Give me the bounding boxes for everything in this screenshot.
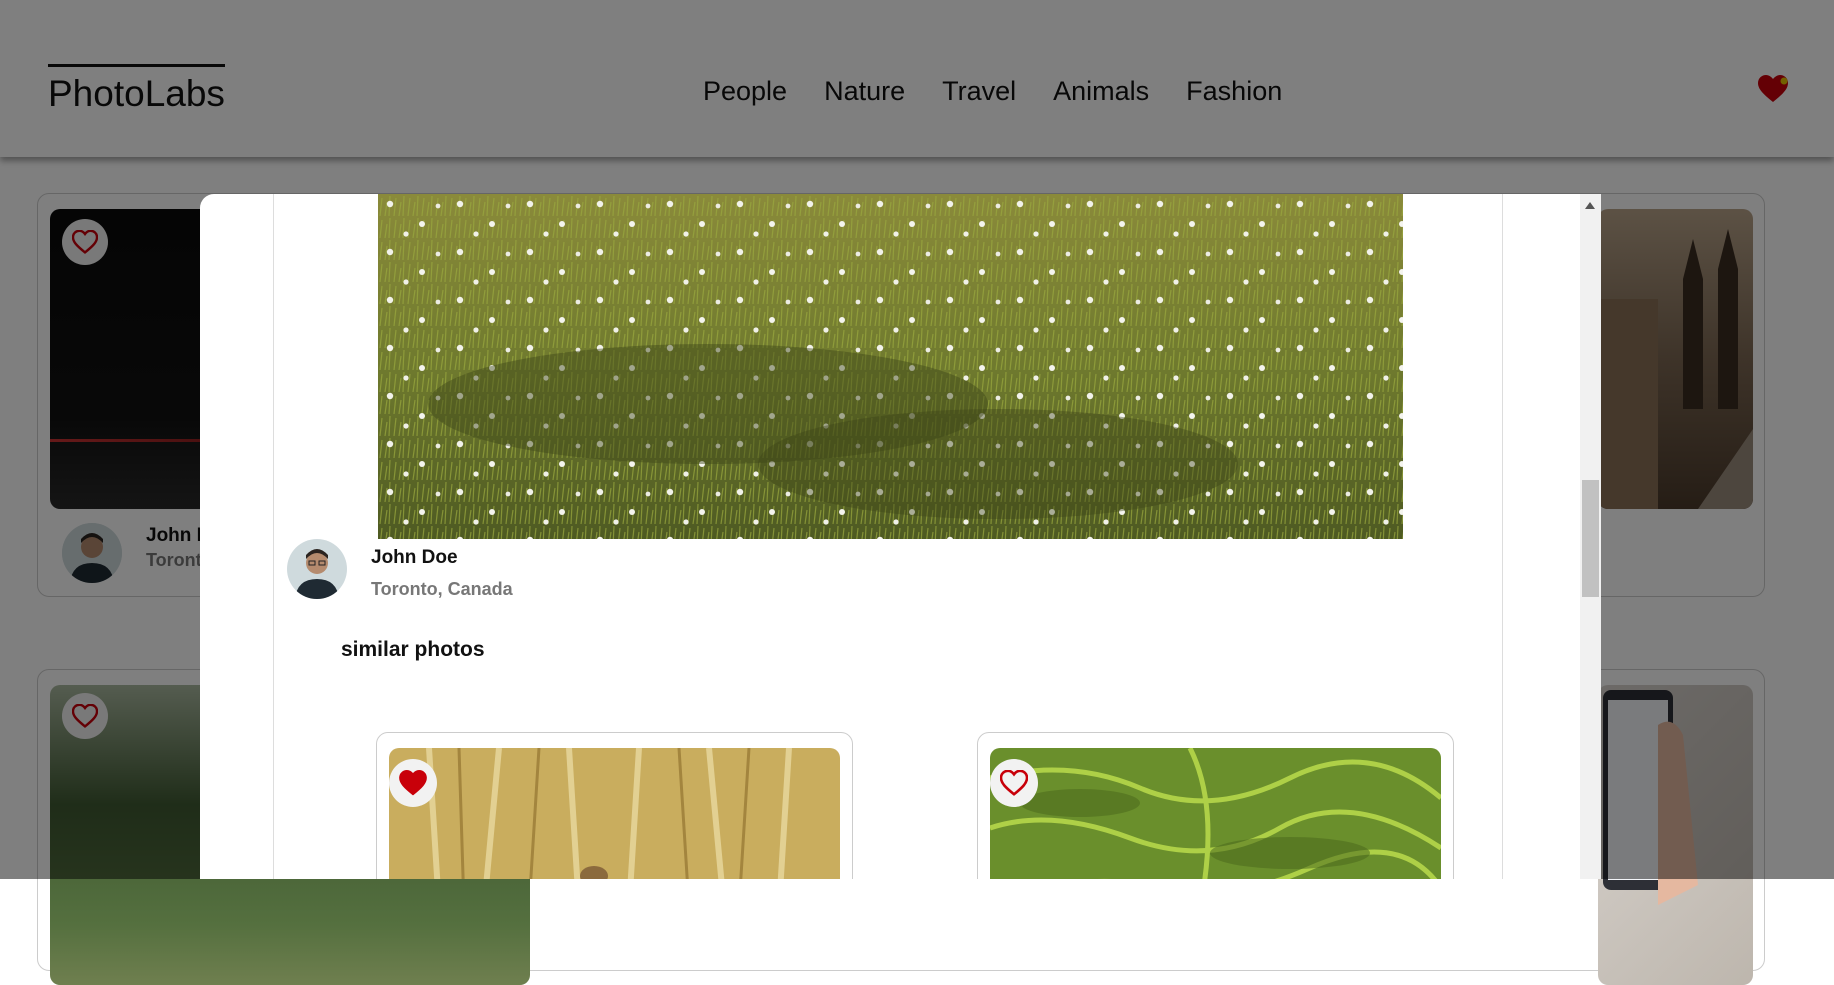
photographer-location: Toronto, Canada (371, 579, 513, 599)
similar-photo-thumbnail[interactable] (990, 748, 1441, 879)
similar-photos-heading: similar photos (341, 638, 485, 661)
scroll-up-arrow-icon[interactable] (1585, 202, 1595, 209)
photo-details-modal: John Doe Toronto, Canada similar photos (200, 194, 1601, 879)
selected-photo (378, 194, 1403, 539)
modal-content: John Doe Toronto, Canada similar photos (273, 194, 1503, 879)
heart-icon (1000, 770, 1028, 796)
similar-photo-item[interactable] (977, 732, 1454, 879)
similar-photo-item[interactable] (376, 732, 853, 879)
favourite-button[interactable] (990, 759, 1038, 807)
heart-icon (399, 770, 427, 796)
similar-photo-thumbnail[interactable] (389, 748, 840, 879)
photographer-avatar (287, 539, 347, 599)
favourite-button[interactable] (389, 759, 437, 807)
scroll-thumb[interactable] (1582, 480, 1599, 597)
photographer-name: John Doe (371, 547, 458, 568)
modal-scrollbar[interactable] (1580, 194, 1601, 879)
